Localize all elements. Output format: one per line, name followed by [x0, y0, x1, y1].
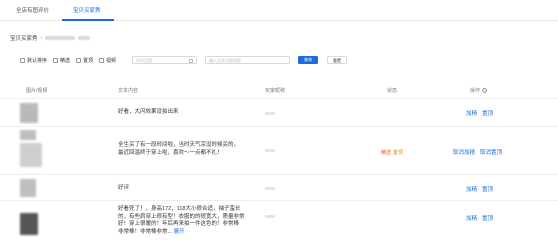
buyer-nickname — [265, 112, 275, 115]
tab-all-reviews[interactable]: 全店有图评价 — [16, 6, 49, 14]
feature-button[interactable]: 加精 — [466, 214, 477, 222]
review-image[interactable] — [20, 143, 42, 167]
checkbox-label: 默认排序 — [27, 57, 48, 64]
review-text: 全生买了有一段时间啦，当时天气凉没时候买的， 最近回温终于穿上啦，喜欢～一点都不… — [118, 142, 239, 157]
search-placeholder: 输入文本内容搜索 — [209, 58, 241, 63]
checkbox-default-sort[interactable]: 默认排序 — [20, 57, 47, 64]
checkbox-box[interactable] — [20, 57, 25, 63]
review-text-line: 非常棒！非常棒非常... 展开 — [118, 229, 245, 237]
chevron-right-icon: › — [40, 35, 43, 41]
row-actions: 取消加精 取消置顶 — [453, 148, 502, 156]
checkbox-featured[interactable]: 精选 — [53, 57, 70, 64]
review-image[interactable] — [20, 103, 38, 123]
column-header-actions-label: 操作 — [470, 88, 481, 94]
review-text-truncated: 非常棒！非常棒非常... — [118, 228, 173, 235]
tab-buyer-show[interactable]: 宝贝买家秀 — [73, 6, 101, 14]
review-text: 好看，大闪效果没拍出来 — [118, 109, 179, 117]
status-badge-pinned: 置顶 — [393, 150, 404, 156]
review-text: 好看死了！，身高172，118大小很合适，袖子蛮长 的，有些肩穿上很有型！衣服的… — [118, 206, 245, 236]
feature-button[interactable]: 加精 — [466, 109, 477, 117]
review-text-line: 最近回温终于穿上啦，喜欢～一点都不扎！ — [118, 149, 223, 156]
calendar-icon — [189, 58, 193, 63]
checkbox-label: 置顶 — [83, 57, 94, 64]
pin-button[interactable]: 置顶 — [482, 109, 493, 117]
checkbox-label: 视频 — [106, 57, 117, 64]
column-header-actions: 操作? — [470, 87, 488, 94]
checkbox-box[interactable] — [53, 57, 59, 63]
unfeature-button[interactable]: 取消加精 — [453, 148, 475, 156]
table-header: 图片/视频 文本内容 买家昵称 状态 操作? — [0, 82, 558, 98]
row-actions: 加精 置顶 — [466, 214, 493, 222]
row-status: 精选 置顶 — [381, 149, 403, 156]
expand-link[interactable]: 展开 — [174, 229, 185, 235]
column-header-text: 文本内容 — [118, 88, 139, 94]
blurred-product-name — [78, 36, 91, 40]
reset-button[interactable]: 重置 — [327, 56, 347, 64]
column-header-nickname: 买家昵称 — [265, 88, 286, 94]
review-image[interactable] — [20, 179, 36, 197]
review-text-line: 好评 — [118, 185, 130, 191]
search-button[interactable]: 查询 — [298, 56, 318, 64]
review-text-line: 好看死了！，身高172，118大小很合适，袖子蛮长 — [118, 206, 241, 212]
status-badge-featured: 精选 — [381, 150, 392, 156]
checkbox-pinned[interactable]: 置顶 — [76, 57, 93, 64]
feature-button[interactable]: 加精 — [466, 185, 477, 193]
breadcrumb-item[interactable]: 宝贝买家秀 — [10, 34, 38, 42]
checkbox-video[interactable]: 视频 — [99, 57, 116, 64]
review-text-line: 全生买了有一段时间啦，当时天气凉没时候买的， — [118, 142, 240, 148]
checkbox-box[interactable] — [76, 57, 82, 63]
tab-bar: 全店有图评价 宝贝买家秀 — [0, 0, 558, 21]
buyer-nickname — [265, 215, 275, 218]
review-text-line: 的，有些肩穿上很有型！衣服的的很宽大，质量非常 — [118, 213, 245, 220]
row-actions: 加精 置顶 — [466, 109, 493, 117]
checkbox-box[interactable] — [99, 57, 105, 63]
table-row: 好看，大闪效果没拍出来 加精 置顶 — [0, 98, 558, 126]
date-range-placeholder: 时间范围 — [136, 58, 152, 63]
table-row: 好评 加精 置顶 — [0, 174, 558, 200]
buyer-nickname — [265, 187, 275, 190]
filter-bar: 默认排序 精选 置顶 视频 — [20, 55, 122, 65]
table-row: 全生买了有一段时间啦，当时天气凉没时候买的， 最近回温终于穿上啦，喜欢～一点都不… — [0, 126, 558, 174]
breadcrumb: 宝贝买家秀 › — [10, 34, 91, 42]
review-text: 好评 — [118, 185, 129, 193]
unpin-button[interactable]: 取消置顶 — [480, 148, 502, 156]
blurred-product-name — [45, 36, 76, 40]
active-tab-indicator — [62, 19, 114, 21]
review-image[interactable] — [20, 130, 36, 140]
column-header-status: 状态 — [387, 88, 398, 94]
pin-button[interactable]: 置顶 — [482, 185, 493, 193]
checkbox-label: 精选 — [60, 57, 71, 64]
help-icon[interactable]: ? — [482, 88, 488, 94]
review-text-line: 好！穿上很暖的！年后再来拍一件这色的！非常棒 — [118, 221, 240, 227]
table-row: 好看死了！，身高172，118大小很合适，袖子蛮长 的，有些肩穿上很有型！衣服的… — [0, 200, 558, 242]
search-input[interactable]: 输入文本内容搜索 — [205, 56, 290, 64]
review-image[interactable] — [20, 213, 38, 235]
buyer-nickname — [265, 149, 275, 152]
column-header-image: 图片/视频 — [26, 88, 48, 94]
row-actions: 加精 置顶 — [466, 185, 493, 193]
review-text-line: 好看，大闪效果没拍出来 — [118, 109, 179, 115]
date-range-input[interactable]: 时间范围 — [132, 56, 197, 64]
pin-button[interactable]: 置顶 — [482, 214, 493, 222]
